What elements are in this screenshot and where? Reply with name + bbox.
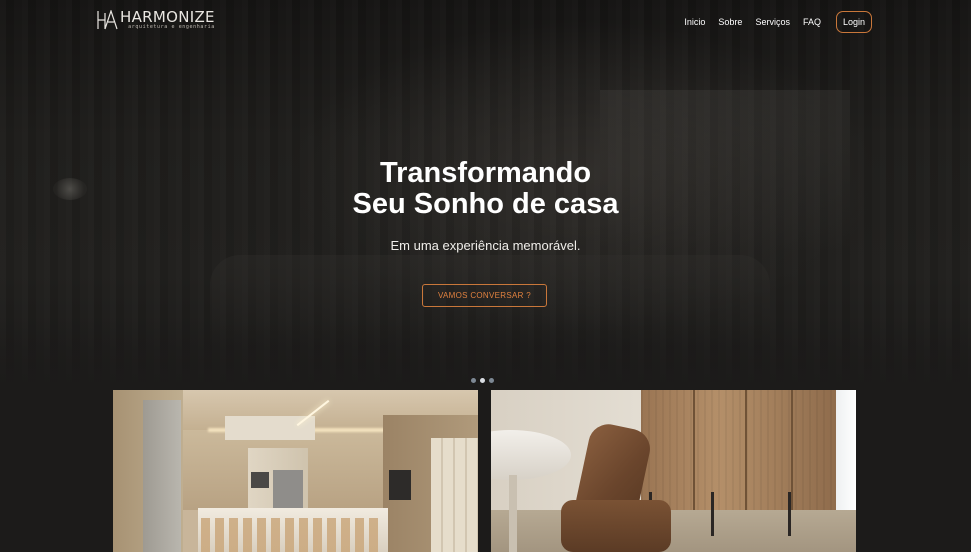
- cta-button[interactable]: VAMOS CONVERSAR ?: [422, 284, 547, 307]
- hero-title-line-1: Transformando: [379, 157, 592, 189]
- wardrobe-leg: [788, 492, 791, 536]
- wood-wardrobe: [641, 390, 836, 522]
- login-button[interactable]: Login: [835, 11, 872, 33]
- carousel-dot[interactable]: [471, 378, 476, 383]
- brand-name: HARMONIZE: [120, 8, 215, 26]
- stone-column: [143, 400, 181, 552]
- carousel-dot[interactable]: [489, 378, 494, 383]
- nav-item-faq[interactable]: FAQ: [803, 17, 821, 27]
- wall-panels: [431, 438, 478, 552]
- chair-wardrobe-interior-image[interactable]: [491, 390, 856, 552]
- hero-title-line-2: Seu Sonho de casa: [352, 188, 619, 220]
- hero-title: Transformando Seu Sonho de casa: [0, 158, 971, 220]
- hero-subtitle: Em uma experiência memorável.: [390, 238, 581, 253]
- ha-monogram-icon: [96, 9, 118, 30]
- chair-seat: [561, 500, 671, 552]
- dining-chairs: [201, 518, 381, 552]
- wardrobe-seam: [693, 390, 695, 522]
- wardrobe-seam: [745, 390, 747, 522]
- carousel-dot-active[interactable]: [480, 378, 485, 383]
- brand-logo[interactable]: HARMONIZE arquitetura e engenharia: [96, 9, 215, 32]
- tv: [389, 470, 411, 500]
- oven: [251, 472, 269, 488]
- main-nav: Inicio Sobre Serviços FAQ Login: [684, 11, 872, 33]
- brand-text: HARMONIZE arquitetura e engenharia: [120, 10, 215, 30]
- nav-item-sobre[interactable]: Sobre: [718, 17, 742, 27]
- floor: [491, 510, 856, 552]
- nav-item-inicio[interactable]: Inicio: [684, 17, 705, 27]
- wardrobe-leg: [711, 492, 714, 536]
- carousel-dots: [471, 378, 498, 383]
- site-header: HARMONIZE arquitetura e engenharia Inici…: [0, 0, 971, 44]
- kitchen-interior-image[interactable]: [113, 390, 478, 552]
- fridge: [273, 470, 303, 512]
- table-leg: [509, 475, 517, 552]
- wardrobe-seam: [791, 390, 793, 522]
- nav-item-servicos[interactable]: Serviços: [755, 17, 790, 27]
- brand-tagline: arquitetura e engenharia: [128, 24, 215, 30]
